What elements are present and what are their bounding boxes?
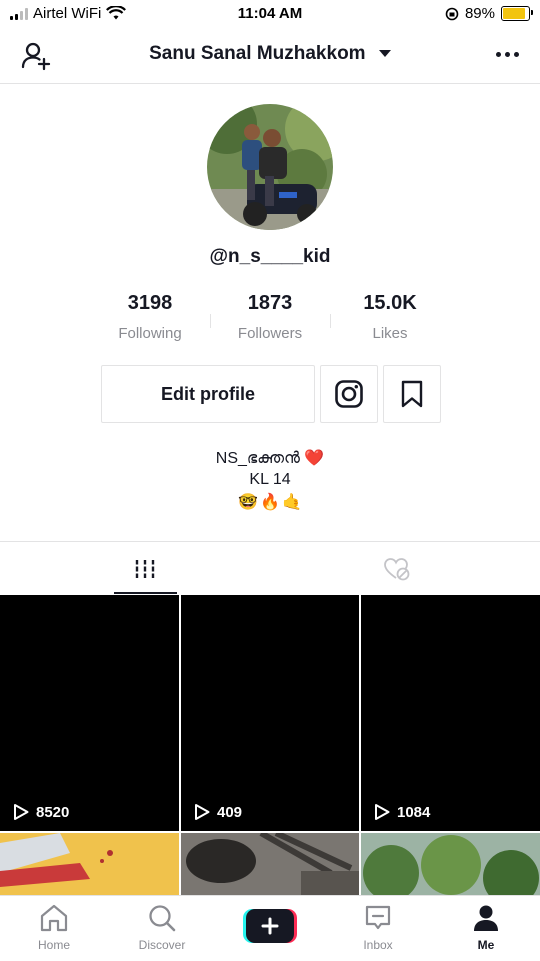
stat-label: Followers xyxy=(237,325,303,342)
call-me-emoji: 🤙 xyxy=(281,494,302,511)
discover-icon xyxy=(149,905,176,932)
edit-profile-button[interactable]: Edit profile xyxy=(101,365,315,423)
caret-down-icon xyxy=(378,49,391,57)
create-icon[interactable] xyxy=(243,909,297,943)
play-count: 1084 xyxy=(373,803,430,821)
play-count: 8520 xyxy=(12,803,69,821)
orientation-lock-icon xyxy=(445,7,459,20)
nav-home[interactable]: Home xyxy=(14,902,94,952)
video-thumbnail[interactable]: 1084 xyxy=(361,595,540,831)
stat-likes[interactable]: 15.0K Likes xyxy=(330,292,450,342)
bookmark-icon xyxy=(401,380,423,408)
stat-value: 1873 xyxy=(247,292,293,314)
video-thumbnail[interactable] xyxy=(181,833,359,895)
tab-videos[interactable] xyxy=(10,542,280,595)
status-right: 89% xyxy=(445,5,533,22)
avatar[interactable] xyxy=(207,104,333,230)
content-tabs xyxy=(0,541,540,595)
battery-icon xyxy=(501,6,533,21)
video-thumbnail[interactable] xyxy=(0,833,179,895)
favorites-button[interactable] xyxy=(383,365,441,423)
stat-value: 3198 xyxy=(127,292,173,314)
top-bar: Sanu Sanal Muzhakkom xyxy=(0,30,540,84)
status-bar: Airtel WiFi 11:04 AM 89% xyxy=(0,0,540,30)
play-icon xyxy=(195,804,210,820)
more-icon[interactable] xyxy=(492,44,522,64)
bio: NS_ഭക്തൻ ❤️ KL 14 🤓 🔥 🤙 xyxy=(0,448,540,513)
bio-line: KL 14 xyxy=(249,471,291,488)
fire-emoji: 🔥 xyxy=(260,494,280,511)
bio-emojis: 🤓 🔥 🤙 xyxy=(0,492,540,513)
stat-followers[interactable]: 1873 Followers xyxy=(210,292,330,342)
liked-hidden-icon xyxy=(384,557,410,580)
nav-label: Home xyxy=(37,938,70,952)
view-count: 1084 xyxy=(397,803,431,821)
stat-label: Following xyxy=(118,325,182,342)
stat-label: Likes xyxy=(372,325,408,342)
nav-inbox[interactable]: Inbox xyxy=(338,902,418,952)
view-count: 409 xyxy=(217,803,243,821)
video-grid: 8520 409 1084 xyxy=(0,595,540,895)
view-count: 8520 xyxy=(36,803,70,821)
inbox-icon xyxy=(365,905,391,930)
nav-me[interactable]: Me xyxy=(446,902,526,952)
bio-line: NS_ഭക്തൻ ❤️ xyxy=(215,450,325,467)
profile-name-dropdown[interactable]: Sanu Sanal Muzhakkom xyxy=(0,43,540,65)
active-tab-indicator xyxy=(114,592,177,594)
battery-percent: 89% xyxy=(464,5,495,22)
nav-label: Inbox xyxy=(363,938,393,952)
me-icon xyxy=(474,905,498,931)
play-icon xyxy=(375,804,390,820)
instagram-button[interactable] xyxy=(320,365,378,423)
play-count: 409 xyxy=(193,803,242,821)
tab-liked[interactable] xyxy=(262,542,532,595)
nav-discover[interactable]: Discover xyxy=(122,902,202,952)
stats-row: 3198 Following 1873 Followers 15.0K Like… xyxy=(90,292,450,352)
home-icon xyxy=(40,904,68,932)
video-thumbnail[interactable] xyxy=(361,833,540,895)
grid-icon xyxy=(134,559,156,578)
play-icon xyxy=(14,804,29,820)
stat-following[interactable]: 3198 Following xyxy=(90,292,210,342)
nav-label: Me xyxy=(477,938,495,952)
stat-value: 15.0K xyxy=(363,292,417,314)
bottom-nav: Home Discover Inbox Me xyxy=(0,895,540,961)
nav-label: Discover xyxy=(138,938,186,952)
video-thumbnail[interactable]: 8520 xyxy=(0,595,179,831)
username: @n_s____kid xyxy=(209,246,331,267)
video-thumbnail[interactable]: 409 xyxy=(181,595,359,831)
instagram-icon xyxy=(335,380,363,408)
nerd-emoji: 🤓 xyxy=(238,494,259,511)
profile-name: Sanu Sanal Muzhakkom xyxy=(149,43,366,64)
